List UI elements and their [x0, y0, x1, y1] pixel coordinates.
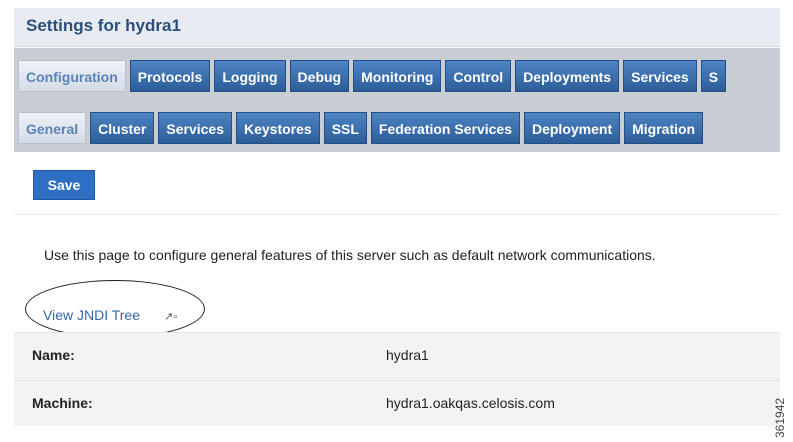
subtab-federation-services[interactable]: Federation Services: [370, 112, 520, 144]
tab-services[interactable]: Services: [623, 60, 697, 92]
subtab-keystores[interactable]: Keystores: [235, 112, 320, 144]
figure-id-text: 361942: [773, 397, 787, 438]
field-value-name: hydra1: [386, 347, 429, 363]
tab-logging[interactable]: Logging: [214, 60, 286, 92]
subtab-cluster[interactable]: Cluster: [90, 112, 155, 144]
field-row-name: Name: hydra1: [14, 332, 780, 379]
subtab-services[interactable]: Services: [158, 112, 232, 144]
tab-protocols[interactable]: Protocols: [129, 60, 211, 92]
field-row-machine: Machine: hydra1.oakqas.celosis.com: [14, 380, 780, 426]
subtab-migration[interactable]: Migration: [624, 112, 704, 144]
tab-debug[interactable]: Debug: [289, 60, 350, 92]
field-label-name: Name:: [32, 347, 75, 363]
view-jndi-tree-link[interactable]: View JNDI Tree: [43, 307, 140, 323]
tab-deployments[interactable]: Deployments: [515, 60, 620, 92]
figure-id: 361942: [771, 378, 791, 438]
page-header: Settings for hydra1: [14, 8, 780, 47]
subtab-general[interactable]: General: [18, 112, 87, 144]
external-link-icon[interactable]: ↗▫: [164, 310, 177, 323]
subtab-ssl[interactable]: SSL: [323, 112, 367, 144]
field-value-machine: hydra1.oakqas.celosis.com: [386, 395, 555, 411]
main-content: Save Use this page to configure general …: [14, 152, 780, 442]
field-label-machine: Machine:: [32, 395, 93, 411]
subtab-deployment[interactable]: Deployment: [523, 112, 621, 144]
save-button[interactable]: Save: [33, 170, 95, 200]
primary-tab-bar: Configuration Protocols Logging Debug Mo…: [14, 48, 780, 100]
tab-monitoring[interactable]: Monitoring: [353, 60, 442, 92]
secondary-tab-bar: General Cluster Services Keystores SSL F…: [14, 100, 780, 152]
page-title: Settings for hydra1: [26, 16, 181, 35]
tab-control[interactable]: Control: [445, 60, 512, 92]
page-description: Use this page to configure general featu…: [44, 247, 656, 263]
tab-configuration[interactable]: Configuration: [18, 60, 126, 92]
divider: [14, 214, 780, 215]
tab-truncated[interactable]: S: [700, 60, 727, 92]
